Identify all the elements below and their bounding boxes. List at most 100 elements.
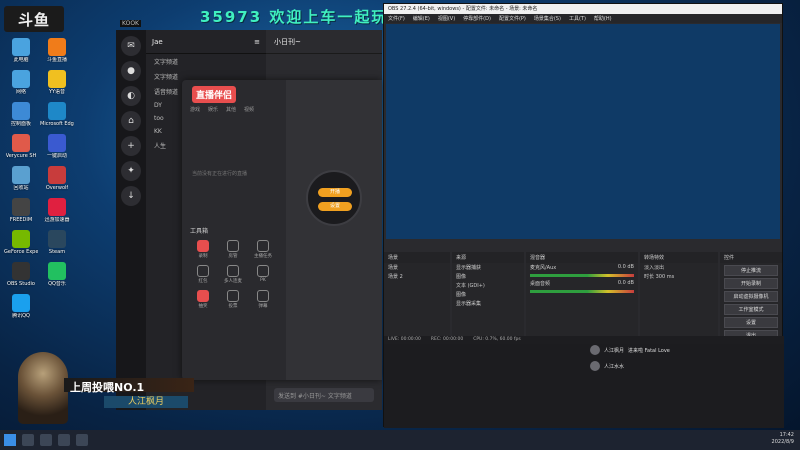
- tool-icon: [197, 290, 209, 302]
- tool-button[interactable]: 房管: [218, 240, 248, 259]
- obs-control-button[interactable]: 停止推流: [724, 265, 778, 276]
- duration-value: 300 ms: [655, 274, 675, 280]
- home-icon[interactable]: ⌂: [121, 111, 141, 131]
- obs-menu-item[interactable]: 文件(F): [388, 15, 405, 22]
- tool-button[interactable]: 抽奖: [188, 290, 218, 309]
- message-input[interactable]: 发送到 #小日刊~ 文字频道: [274, 388, 374, 402]
- obs-menu-item[interactable]: 帮助(H): [594, 15, 612, 22]
- desktop-shortcut-label: YY语音: [48, 89, 66, 95]
- source-item[interactable]: 显示器捕获: [452, 263, 524, 272]
- desktop-shortcut[interactable]: OBS Studio: [4, 262, 38, 287]
- avatar-icon[interactable]: ◐: [121, 86, 141, 106]
- desktop-shortcut[interactable]: 迅游加速器: [40, 198, 74, 223]
- chat-message: 人江枫月 进来啦 Fatal Love: [590, 345, 780, 355]
- sources-dock: 来源 显示器捕获 图像 文本 (GDI+) 图像 显示器采集: [452, 252, 524, 336]
- windows-start-icon[interactable]: [4, 434, 16, 446]
- obs-menu-item[interactable]: 工具(T): [569, 15, 586, 22]
- obs-control-button[interactable]: 工作室模式: [724, 304, 778, 315]
- tool-label: 多人连麦: [224, 279, 242, 284]
- desktop-shortcut[interactable]: Microsoft Edge: [40, 102, 74, 127]
- obs-preview[interactable]: [386, 24, 780, 239]
- desktop-shortcut[interactable]: 此电脑: [4, 38, 38, 63]
- clock-date: 2022/8/9: [771, 439, 794, 445]
- obs-menu-item[interactable]: 配置文件(P): [499, 15, 526, 22]
- desktop-shortcut[interactable]: 腾讯QQ: [4, 294, 38, 319]
- add-icon[interactable]: +: [121, 136, 141, 156]
- desktop-shortcut[interactable]: FREEDIM: [4, 198, 38, 223]
- desktop-shortcut[interactable]: Verycure SH: [4, 134, 38, 159]
- download-icon[interactable]: ↓: [121, 186, 141, 206]
- desktop-shortcut[interactable]: QQ音乐: [40, 262, 74, 287]
- desktop-shortcut[interactable]: 网络: [4, 70, 38, 95]
- desktop-shortcut[interactable]: 控制面板: [4, 102, 38, 127]
- helper-hint: 当前没有正在进行的直播: [192, 171, 248, 177]
- tool-button[interactable]: 主播任务: [248, 240, 278, 259]
- tool-label: 抽奖: [198, 304, 208, 309]
- file-explorer-icon[interactable]: [40, 434, 52, 446]
- chat-avatar: [590, 361, 600, 371]
- obs-status-item: REC: 00:00:00: [430, 337, 464, 342]
- chat-icon[interactable]: ✉: [121, 36, 141, 56]
- scene-item[interactable]: 场景 2: [384, 272, 450, 281]
- transition-type[interactable]: 淡入淡出: [640, 263, 718, 272]
- helper-tab[interactable]: 游戏: [190, 106, 200, 113]
- source-item[interactable]: 文本 (GDI+): [452, 281, 524, 290]
- helper-tab[interactable]: 娱乐: [208, 106, 218, 113]
- kook-taskbar-icon[interactable]: [58, 434, 70, 446]
- desktop-shortcut[interactable]: 回收站: [4, 166, 38, 191]
- tool-button[interactable]: 红包: [188, 265, 218, 284]
- tool-button[interactable]: PK: [248, 265, 278, 284]
- app-icon: [48, 70, 66, 88]
- helper-tab[interactable]: 视频: [244, 106, 254, 113]
- app-icon: [48, 38, 66, 56]
- douyu-logo: 斗鱼: [4, 6, 64, 32]
- channel-header: 小日刊~: [266, 30, 382, 54]
- tool-button[interactable]: 弹幕: [248, 290, 278, 309]
- desktop-shortcut[interactable]: YY语音: [40, 70, 74, 95]
- menu-icon[interactable]: ≡: [254, 38, 260, 46]
- obs-control-button[interactable]: 设置: [724, 317, 778, 328]
- channel-item[interactable]: 文字频道: [146, 54, 266, 69]
- obs-control-button[interactable]: 开始录制: [724, 278, 778, 289]
- source-item[interactable]: 图像: [452, 290, 524, 299]
- source-item[interactable]: 显示器采集: [452, 299, 524, 308]
- obs-menu-item[interactable]: 停靠部件(D): [463, 15, 491, 22]
- desktop-shortcut-label: 迅游加速器: [44, 217, 70, 223]
- tool-button[interactable]: 录制: [188, 240, 218, 259]
- server-header[interactable]: Jae ≡: [146, 30, 266, 54]
- source-item[interactable]: 图像: [452, 272, 524, 281]
- desktop-shortcut[interactable]: 斗鱼直播: [40, 38, 74, 63]
- tool-button[interactable]: 多人连麦: [218, 265, 248, 284]
- tool-icon: [227, 290, 239, 302]
- chat-message: 人江水水: [590, 361, 780, 371]
- search-icon[interactable]: [22, 434, 34, 446]
- app-icon: [48, 166, 66, 184]
- desktop-shortcut[interactable]: 一键启动: [40, 134, 74, 159]
- obs-menu-item[interactable]: 场景集合(S): [534, 15, 561, 22]
- chat-text: 进来啦 Fatal Love: [628, 347, 670, 354]
- app-icon: [48, 198, 66, 216]
- scene-item[interactable]: 场景: [384, 263, 450, 272]
- tool-button[interactable]: 投票: [218, 290, 248, 309]
- app-icon: [48, 102, 66, 120]
- tool-icon: [227, 240, 239, 252]
- desktop-shortcut[interactable]: GeForce Experience: [4, 230, 38, 255]
- tool-icon: [257, 265, 269, 277]
- explore-icon[interactable]: ✦: [121, 161, 141, 181]
- server-icon[interactable]: ●: [121, 61, 141, 81]
- obs-control-button[interactable]: 启动虚拟摄像机: [724, 291, 778, 302]
- system-clock[interactable]: 17:42 2022/8/9: [772, 432, 794, 446]
- control-dial: 开播 设置: [306, 170, 362, 226]
- helper-tab[interactable]: 其他: [226, 106, 236, 113]
- desktop-shortcut-label: GeForce Experience: [4, 249, 38, 255]
- transition-duration[interactable]: 时长 300 ms: [640, 272, 718, 281]
- obs-taskbar-icon[interactable]: [76, 434, 88, 446]
- obs-menu-item[interactable]: 视图(V): [438, 15, 455, 22]
- obs-menu-item[interactable]: 编辑(E): [413, 15, 430, 22]
- desktop-shortcut[interactable]: Steam: [40, 230, 74, 255]
- desktop-shortcut[interactable]: Overwolf: [40, 166, 74, 191]
- volume-meter: [530, 274, 634, 277]
- volume-meter: [530, 290, 634, 293]
- start-live-button[interactable]: 开播: [318, 188, 352, 197]
- settings-button[interactable]: 设置: [318, 202, 352, 211]
